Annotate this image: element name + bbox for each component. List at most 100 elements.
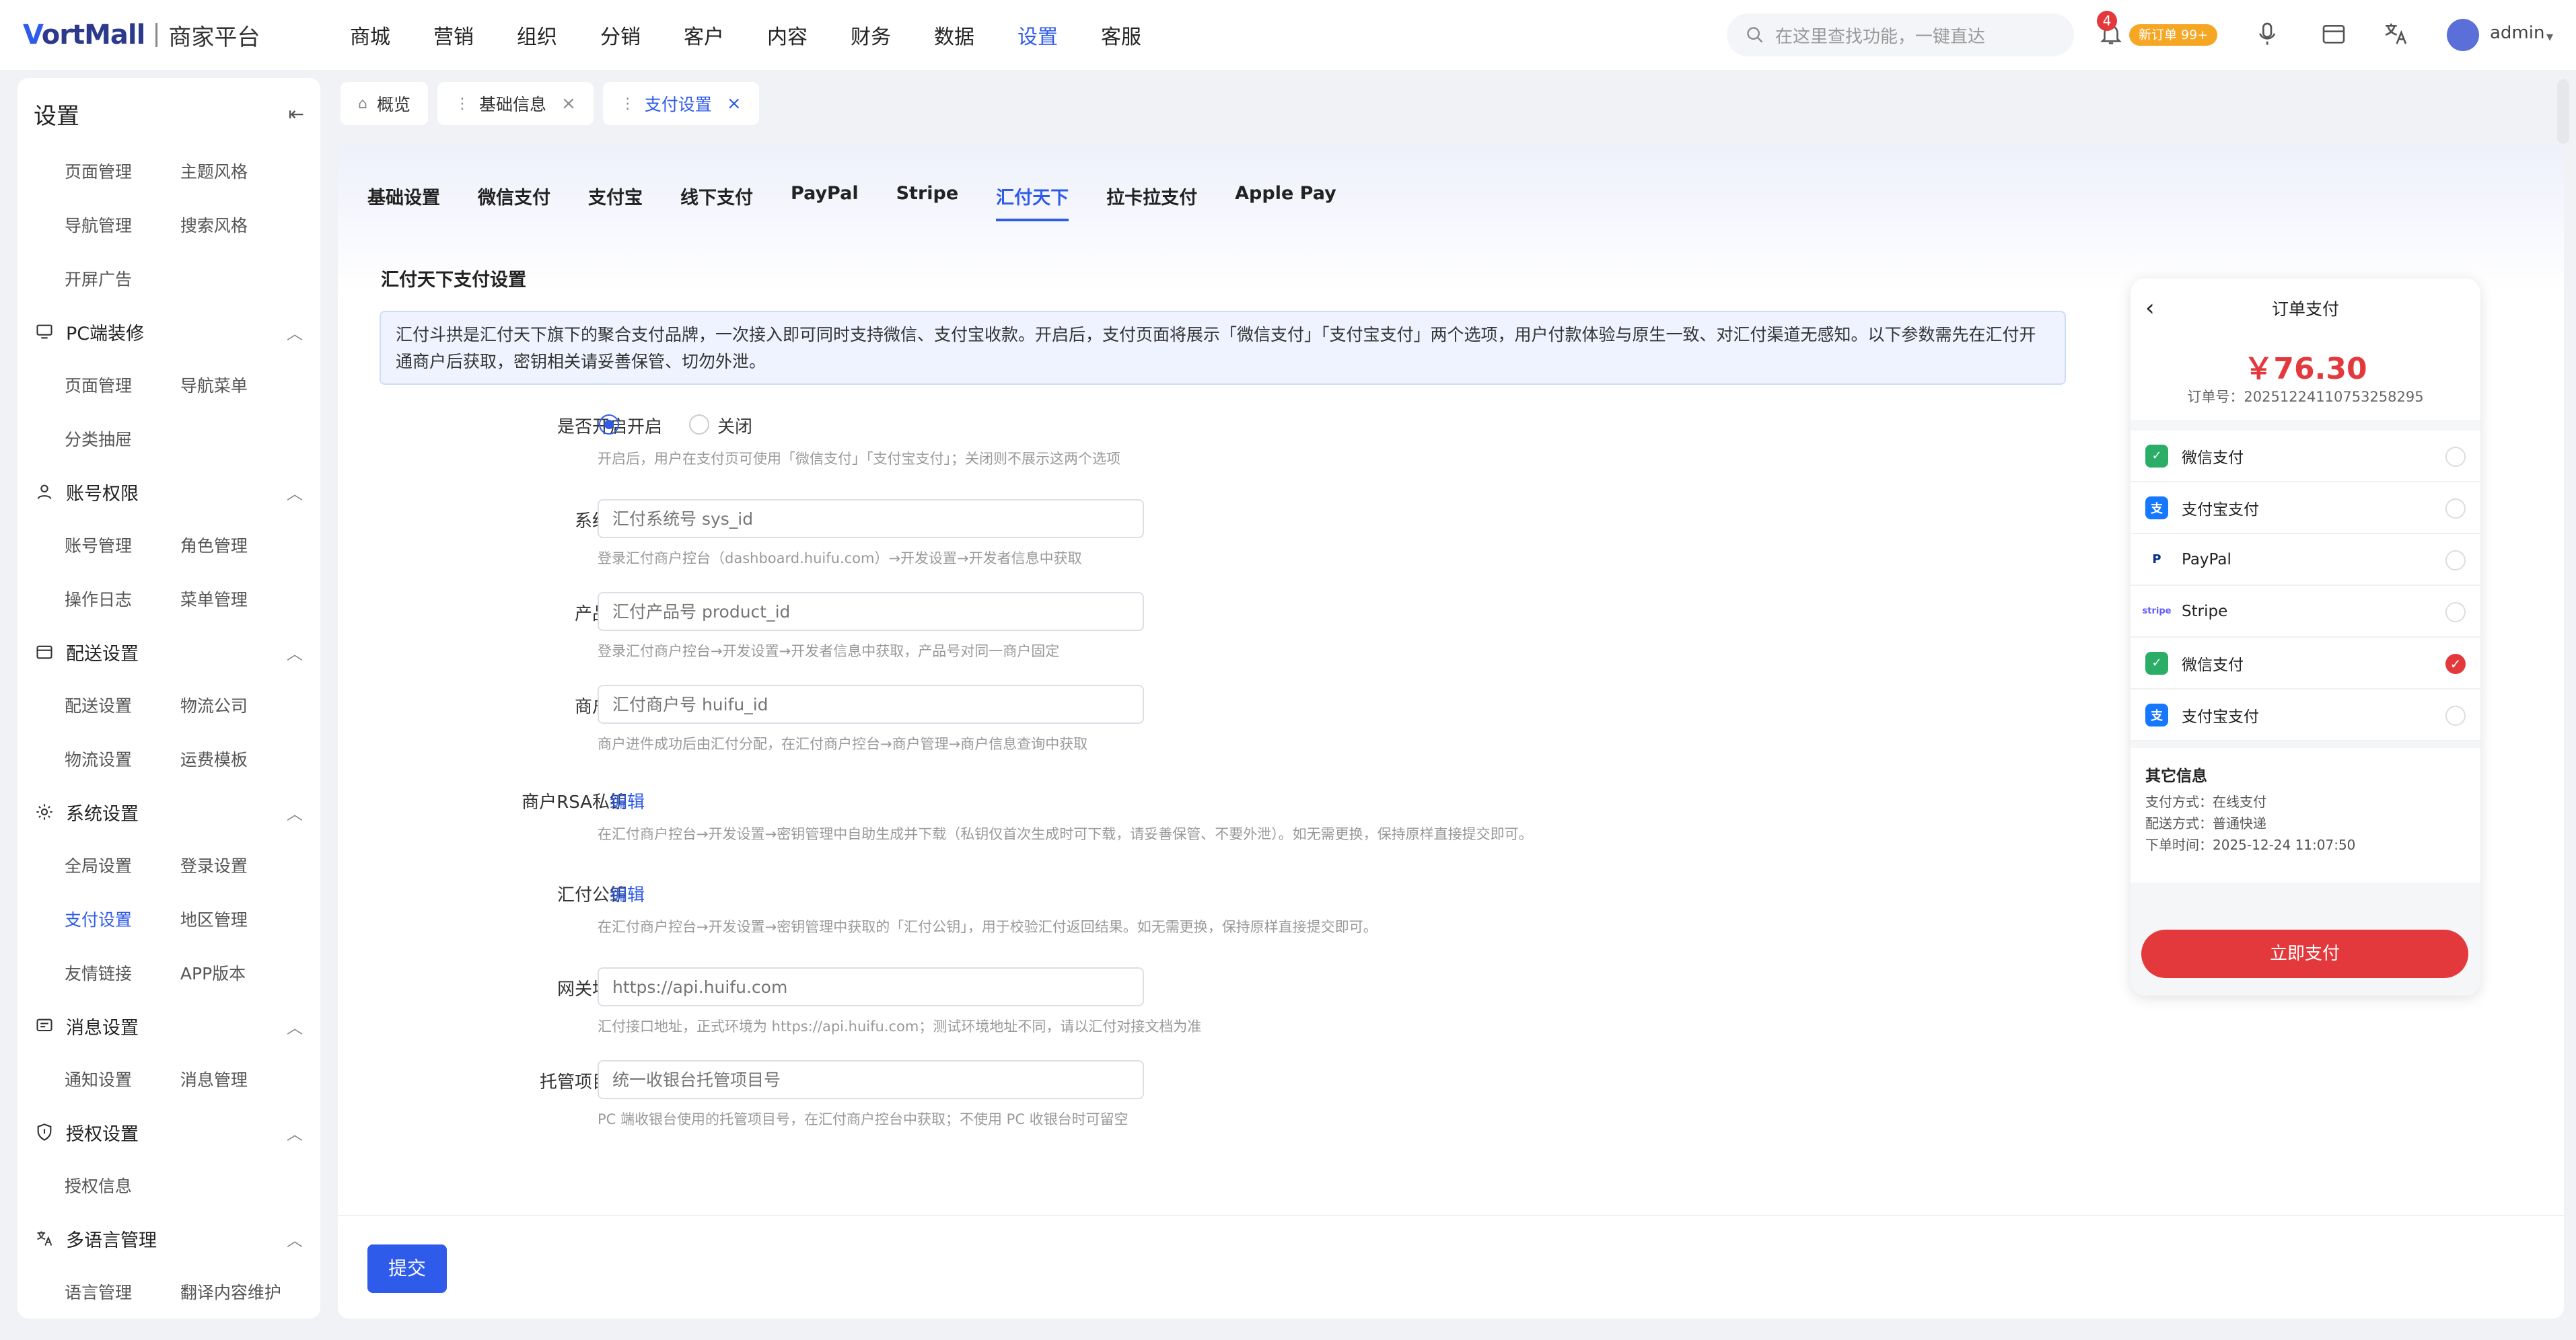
avatar[interactable] xyxy=(2447,19,2479,51)
sidebar-group-license[interactable]: 授权设置 ︿ xyxy=(17,1106,320,1158)
sidebar-item-login[interactable]: 登录设置 xyxy=(133,853,320,877)
sidebar-item-regions[interactable]: 地区管理 xyxy=(133,907,320,931)
radio-enable-on[interactable] xyxy=(599,414,619,435)
sidebar-group-label: 授权设置 xyxy=(66,1123,139,1145)
page-tabs: ⌂ 概览 ⋮ 基础信息 × ⋮ 支付设置 × xyxy=(341,82,768,125)
info-notice: 汇付斗拱是汇付天下旗下的聚合支付品牌，一次接入即可同时支持微信、支付宝收款。开启… xyxy=(380,311,2066,385)
translate-icon[interactable] xyxy=(2382,20,2409,47)
logo[interactable]: VortMall 商家平台 xyxy=(23,19,306,52)
nav-item-content[interactable]: 内容 xyxy=(767,20,808,50)
home-icon: ⌂ xyxy=(358,95,367,112)
payment-method-alipay[interactable]: 支 支付宝支付 xyxy=(2131,482,2480,534)
sidebar-item-menus[interactable]: 菜单管理 xyxy=(133,587,320,611)
sidebar-item-license-info[interactable]: 授权信息 xyxy=(17,1173,192,1197)
nav-item-finance[interactable]: 财务 xyxy=(851,20,891,50)
store-icon[interactable] xyxy=(2320,20,2347,47)
edit-public-key-link[interactable]: 编辑 xyxy=(610,881,645,906)
nav-item-marketing[interactable]: 营销 xyxy=(433,20,474,50)
sidebar-item-search-style[interactable]: 搜索风格 xyxy=(133,213,320,237)
sidebar-group-messages[interactable]: 消息设置 ︿ xyxy=(17,1000,320,1052)
payment-method-alipay[interactable]: 支 支付宝支付 xyxy=(2131,690,2480,741)
radio-label-off[interactable]: 关闭 xyxy=(717,413,752,438)
nav-item-data[interactable]: 数据 xyxy=(934,20,974,50)
payment-method-radio[interactable] xyxy=(2445,602,2466,622)
global-search-input[interactable]: 在这里查找功能，一键直达 xyxy=(1727,13,2074,57)
payment-method-radio[interactable] xyxy=(2445,498,2466,519)
footer-divider xyxy=(338,1215,2564,1216)
tab-offline-pay[interactable]: 线下支付 xyxy=(680,183,753,221)
product-id-input[interactable] xyxy=(598,592,1144,631)
sidebar-group-accounts[interactable]: 账号权限 ︿ xyxy=(17,466,320,518)
payment-method-wechat-selected[interactable]: ✓ 微信支付 ✓ xyxy=(2131,638,2480,690)
nav-item-service[interactable]: 客服 xyxy=(1101,20,1141,50)
chevron-down-icon[interactable]: ▾ xyxy=(2546,28,2553,44)
user-name[interactable]: admin xyxy=(2490,23,2544,43)
tab-alipay[interactable]: 支付宝 xyxy=(588,183,643,221)
sidebar-group-system[interactable]: 系统设置 ︿ xyxy=(17,786,320,838)
tab-stripe[interactable]: Stripe xyxy=(896,183,959,221)
tab-basic-settings[interactable]: 基础设置 xyxy=(367,183,440,221)
sidebar-group-label: 消息设置 xyxy=(66,1017,139,1039)
sidebar-item-category-drawer[interactable]: 分类抽屉 xyxy=(17,426,192,451)
sidebar-item-freight-template[interactable]: 运费模板 xyxy=(133,747,320,771)
collapse-sidebar-icon[interactable]: ⇤ xyxy=(289,103,304,125)
payment-method-radio[interactable] xyxy=(2445,550,2466,570)
platform-name: 商家平台 xyxy=(168,24,260,51)
sidebar-item-roles[interactable]: 角色管理 xyxy=(133,533,320,557)
sidebar-item-pc-nav[interactable]: 导航菜单 xyxy=(133,373,320,397)
huifu-id-input[interactable] xyxy=(598,685,1144,724)
tab-wechat-pay[interactable]: 微信支付 xyxy=(478,183,550,221)
tab-huifu[interactable]: 汇付天下 xyxy=(996,183,1069,221)
sidebar-group-label: 账号权限 xyxy=(66,483,139,505)
radio-enable-off[interactable] xyxy=(689,414,709,435)
payment-method-radio[interactable] xyxy=(2445,706,2466,726)
sidebar-group-pc[interactable]: PC端装修 ︿ xyxy=(17,305,320,358)
sidebar-group-delivery[interactable]: 配送设置 ︿ xyxy=(17,626,320,678)
alipay-icon: 支 xyxy=(2145,496,2168,519)
tab-basic-info[interactable]: ⋮ 基础信息 × xyxy=(437,82,594,125)
payment-method-radio[interactable] xyxy=(2445,447,2466,467)
chevron-up-icon: ︿ xyxy=(287,1018,303,1037)
sidebar-item-theme[interactable]: 主题风格 xyxy=(133,159,320,183)
sidebar-item-message-manage[interactable]: 消息管理 xyxy=(133,1067,320,1091)
payment-method-wechat[interactable]: ✓ 微信支付 xyxy=(2131,431,2480,482)
sidebar-group-label: 多语言管理 xyxy=(66,1230,157,1251)
tab-paypal[interactable]: PayPal xyxy=(791,183,859,221)
sidebar-item-translations[interactable]: 翻译内容维护 xyxy=(133,1279,320,1304)
payment-method-stripe[interactable]: stripe Stripe xyxy=(2131,586,2480,638)
new-order-badge[interactable]: 新订单 99+ xyxy=(2129,24,2218,46)
radio-label-on[interactable]: 开启 xyxy=(627,413,662,438)
nav-item-distribution[interactable]: 分销 xyxy=(600,20,641,50)
tab-apple-pay[interactable]: Apple Pay xyxy=(1235,183,1336,221)
page-scrollbar[interactable] xyxy=(2557,79,2569,144)
chevron-up-icon: ︿ xyxy=(287,1230,303,1250)
tab-lakala[interactable]: 拉卡拉支付 xyxy=(1106,183,1197,221)
close-icon[interactable]: × xyxy=(727,94,742,114)
payment-method-radio-checked[interactable]: ✓ xyxy=(2445,654,2466,674)
nav-item-settings[interactable]: 设置 xyxy=(1017,20,1058,50)
pay-now-button[interactable]: 立即支付 xyxy=(2141,930,2468,978)
close-icon[interactable]: × xyxy=(561,94,576,114)
sidebar-group-i18n[interactable]: 多语言管理 ︿ xyxy=(17,1212,320,1265)
submit-button[interactable]: 提交 xyxy=(367,1244,447,1293)
payment-method-paypal[interactable]: P PayPal xyxy=(2131,534,2480,586)
tab-overview[interactable]: ⌂ 概览 xyxy=(341,82,428,125)
nav-item-mall[interactable]: 商城 xyxy=(350,20,390,50)
nav-item-organization[interactable]: 组织 xyxy=(517,20,557,50)
sidebar-item-splash-ad[interactable]: 开屏广告 xyxy=(17,266,192,291)
gateway-url-input[interactable] xyxy=(598,967,1144,1006)
translate-icon xyxy=(37,1231,52,1246)
sidebar-item-app-version[interactable]: APP版本 xyxy=(133,961,320,985)
sys-id-input[interactable] xyxy=(598,499,1144,538)
drag-handle-icon[interactable]: ⋮ xyxy=(455,96,470,112)
drag-handle-icon[interactable]: ⋮ xyxy=(620,96,635,112)
microphone-icon[interactable] xyxy=(2254,20,2281,47)
project-id-input[interactable] xyxy=(598,1060,1144,1099)
nav-item-customers[interactable]: 客户 xyxy=(684,20,724,50)
tab-payment-settings[interactable]: ⋮ 支付设置 × xyxy=(602,82,759,125)
sidebar-item-logistics-company[interactable]: 物流公司 xyxy=(133,693,320,717)
edit-rsa-private-key-link[interactable]: 编辑 xyxy=(610,788,645,813)
field-hint: 在汇付商户控台→开发设置→密钥管理中获取的「汇付公钥」，用于校验汇付返回结果。如… xyxy=(598,919,1378,935)
wechat-icon: ✓ xyxy=(2145,651,2168,675)
other-info-title: 其它信息 xyxy=(2145,768,2207,785)
